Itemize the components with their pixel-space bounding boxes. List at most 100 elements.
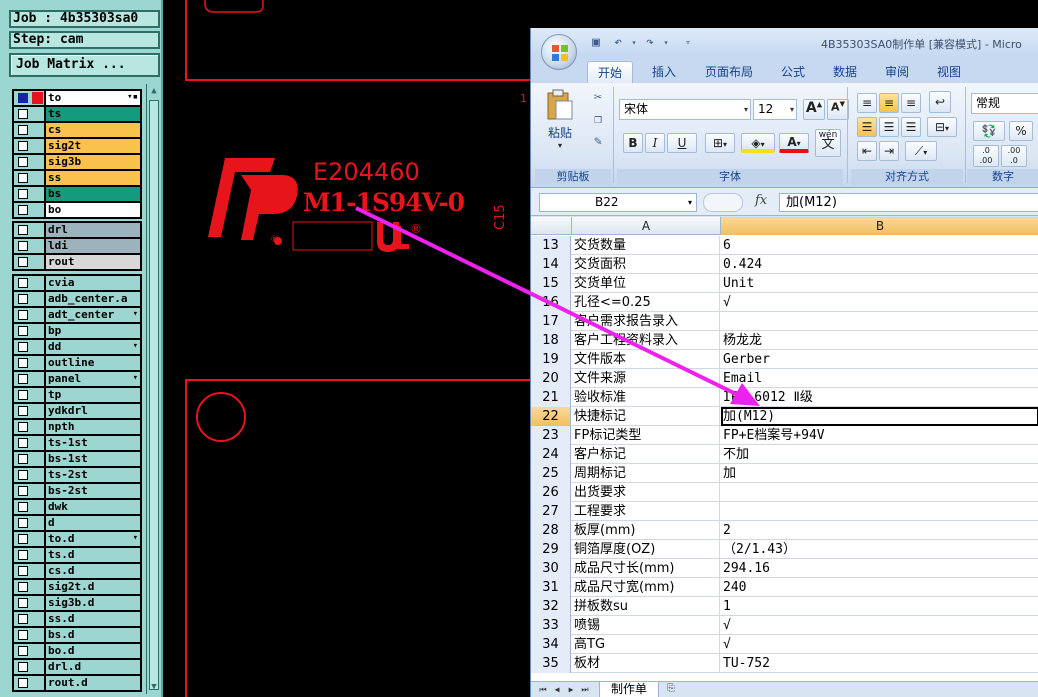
column-header-a[interactable]: A [572, 217, 721, 235]
format-painter-icon[interactable]: ✎ [591, 135, 605, 149]
layer-row[interactable]: adb_center.a [13, 291, 141, 307]
cell-a[interactable]: 客户工程资料录入 [572, 331, 720, 350]
formula-input[interactable]: 加(M12) [779, 193, 1038, 212]
layer-name[interactable]: ts [46, 107, 140, 121]
worksheet-grid[interactable]: A B 13 交货数量 6 14 交货面积 0.424 15 交货单位 Unit 16 孔径<=0.… [531, 217, 1038, 681]
row-header[interactable]: 23 [531, 426, 571, 445]
row-header[interactable]: 32 [531, 597, 571, 616]
percent-button[interactable]: % [1009, 121, 1033, 141]
layer-checkbox[interactable] [18, 93, 28, 103]
layer-name[interactable]: adt_center [46, 308, 140, 322]
layer-name[interactable]: to.d [46, 532, 140, 546]
row-header[interactable]: 35 [531, 654, 571, 673]
cell-a[interactable]: 成品尺寸宽(mm) [572, 578, 720, 597]
cell-a[interactable]: 周期标记 [572, 464, 720, 483]
cell-a[interactable]: 交货面积 [572, 255, 720, 274]
accounting-format-button[interactable]: 💱 [973, 121, 1005, 141]
layer-name[interactable]: cs.d [46, 564, 140, 578]
row-header[interactable]: 26 [531, 483, 571, 502]
layer-name[interactable]: drl.d [46, 660, 140, 674]
layer-row[interactable]: to ▾▪ [13, 90, 141, 106]
layer-name[interactable]: bs.d [46, 628, 140, 642]
ribbon-tab[interactable]: 插入 [641, 61, 687, 83]
layer-checkbox[interactable] [18, 278, 28, 288]
layer-row[interactable]: bp [13, 323, 141, 339]
cell-b[interactable]: 240 [721, 578, 1038, 597]
cell-a[interactable]: 板材 [572, 654, 720, 673]
paste-dropdown-icon[interactable]: ▾ [543, 141, 577, 150]
layer-name[interactable]: bo.d [46, 644, 140, 658]
layer-checkbox[interactable] [18, 374, 28, 384]
layer-name[interactable]: cs [46, 123, 140, 137]
layer-checkbox[interactable] [18, 358, 28, 368]
fill-color-button[interactable]: ◈▾ [741, 133, 775, 153]
align-left-button[interactable]: ☰ [857, 117, 877, 137]
cell-b[interactable]: 杨龙龙 [721, 331, 1038, 350]
cell-a[interactable]: 孔径<=0.25 [572, 293, 720, 312]
prev-sheet-icon[interactable]: ◀ [551, 684, 563, 696]
undo-dropdown-icon[interactable]: ▾ [627, 36, 641, 50]
layer-row[interactable]: ss [13, 170, 141, 186]
layer-checkbox[interactable] [18, 406, 28, 416]
cell-a[interactable]: 客户标记 [572, 445, 720, 464]
ribbon-tab[interactable]: 审阅 [875, 61, 919, 83]
layer-checkbox[interactable] [18, 390, 28, 400]
row-header[interactable]: 30 [531, 559, 571, 578]
layer-row[interactable]: sig3b [13, 154, 141, 170]
layer-name[interactable]: rout.d [46, 676, 140, 690]
layer-row[interactable]: ts [13, 106, 141, 122]
cut-icon[interactable]: ✂ [591, 91, 605, 105]
layer-checkbox[interactable] [18, 326, 28, 336]
layer-checkbox[interactable] [18, 294, 28, 304]
job-matrix-button[interactable]: Job Matrix ... [9, 53, 160, 77]
layer-row[interactable]: d [13, 515, 141, 531]
cell-b[interactable]: √ [721, 293, 1038, 312]
ribbon-tab[interactable]: 开始 [587, 61, 633, 83]
row-header[interactable]: 13 [531, 236, 571, 255]
cell-a[interactable]: 工程要求 [572, 502, 720, 521]
layer-checkbox[interactable] [18, 241, 28, 251]
layer-row[interactable]: ts-2st [13, 467, 141, 483]
layer-checkbox[interactable] [18, 614, 28, 624]
layer-row[interactable]: cvia [13, 275, 141, 291]
layer-name[interactable]: panel [46, 372, 140, 386]
layer-checkbox[interactable] [18, 157, 28, 167]
layer-name[interactable]: ss [46, 171, 140, 185]
layer-name[interactable]: dwk [46, 500, 140, 514]
cell-b[interactable]: Email [721, 369, 1038, 388]
font-size-select[interactable]: 12 ▾ [753, 99, 797, 120]
row-header[interactable]: 27 [531, 502, 571, 521]
last-sheet-icon[interactable]: ⏭ [579, 684, 591, 696]
active-cell[interactable]: 加(M12) [721, 407, 1038, 426]
cell-b[interactable] [721, 312, 1038, 331]
undo-icon[interactable]: ↶ [611, 36, 625, 50]
layer-row[interactable]: sig3b.d [13, 595, 141, 611]
row-header[interactable]: 22 [531, 407, 571, 426]
layer-name[interactable]: ts-2st [46, 468, 140, 482]
layer-row[interactable]: rout.d [13, 675, 141, 691]
layer-checkbox[interactable] [18, 502, 28, 512]
cell-a[interactable]: 板厚(mm) [572, 521, 720, 540]
row-header[interactable]: 28 [531, 521, 571, 540]
shrink-font-button[interactable]: A▼ [827, 99, 849, 120]
layer-checkbox[interactable] [18, 125, 28, 135]
redo-dropdown-icon[interactable]: ▾ [659, 36, 673, 50]
layer-row[interactable]: adt_center ▾ [13, 307, 141, 323]
row-header[interactable]: 19 [531, 350, 571, 369]
cell-b[interactable]: 6 [721, 236, 1038, 255]
cell-a[interactable]: 出货要求 [572, 483, 720, 502]
insert-sheet-icon[interactable]: ⎘ [663, 683, 679, 697]
layer-name[interactable]: bs [46, 187, 140, 201]
layer-row[interactable]: bo.d [13, 643, 141, 659]
layer-name[interactable]: npth [46, 420, 140, 434]
bold-button[interactable]: B [623, 133, 643, 153]
layer-row[interactable]: drl.d [13, 659, 141, 675]
layer-name[interactable]: sig2t.d [46, 580, 140, 594]
cell-b[interactable]: 加 [721, 464, 1038, 483]
layer-row[interactable]: drl [13, 222, 141, 238]
borders-button[interactable]: ⊞▾ [705, 133, 735, 153]
layer-name[interactable]: cvia [46, 276, 140, 290]
layer-checkbox[interactable] [18, 189, 28, 199]
layer-row[interactable]: dd ▾ [13, 339, 141, 355]
ribbon-tab[interactable]: 页面布局 [695, 61, 763, 83]
